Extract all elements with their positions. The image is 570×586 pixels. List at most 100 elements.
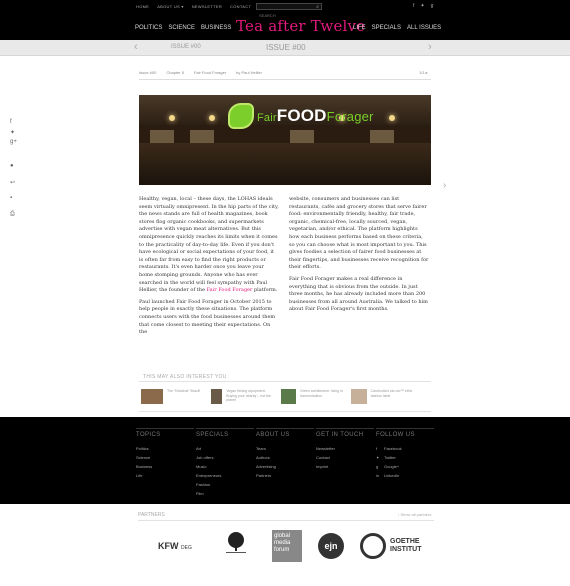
footer-specials: SPECIALS Art Job offers Music Entreprene… xyxy=(196,428,254,498)
related-thumbnail[interactable] xyxy=(141,389,163,404)
footer-link[interactable]: Newsletter xyxy=(316,444,374,453)
global-media-forum-logo[interactable]: global media forum xyxy=(272,530,302,562)
twitter-icon[interactable]: ✦ xyxy=(420,3,424,9)
site-logo[interactable]: Tea after Twelve xyxy=(236,17,365,35)
related-item[interactable]: Vegan fishing equipment: Buying your nea… xyxy=(211,389,275,404)
google-plus-icon: g xyxy=(376,464,379,469)
related-item[interactable]: Cambodia's slo-mo™ ethic fashion label xyxy=(351,389,415,404)
hero-image: FairFOODForager xyxy=(139,95,431,185)
footer-link[interactable]: Fashion xyxy=(196,480,254,489)
comment-icon[interactable]: ▪ xyxy=(10,195,17,205)
related-thumbnail[interactable] xyxy=(281,389,297,404)
goethe-institut-logo[interactable]: GOETHE INSTITUT xyxy=(390,538,422,554)
search-icon[interactable]: ⌕ xyxy=(316,4,319,10)
nav-politics[interactable]: POLITICS xyxy=(135,25,162,31)
related-item[interactable]: The "Kiwichat" Brazil! xyxy=(141,389,205,404)
footer-link[interactable]: Art xyxy=(196,444,254,453)
linkedin-icon: in xyxy=(376,473,380,478)
footer-get-in-touch: GET IN TOUCH Newsletter Contact Imprint xyxy=(316,428,374,471)
footer-link[interactable]: Business xyxy=(136,462,194,471)
facebook-icon[interactable]: f xyxy=(413,3,414,9)
breadcrumb-issue[interactable]: Issue #00 xyxy=(139,70,156,75)
footer-link[interactable]: Life xyxy=(136,471,194,480)
footer-about: ABOUT US Team Authors Advertising Partne… xyxy=(256,428,314,480)
issue-bar: ‹ ISSUE #00 ISSUE #00 › xyxy=(0,40,570,56)
prev-arrow-icon[interactable]: ‹ xyxy=(134,41,138,53)
article-column-2: website, consumers and businesses can li… xyxy=(289,196,429,318)
issue-title: ISSUE #00 xyxy=(266,43,306,52)
breadcrumb: Issue #00 Chapter 5 Fair Food Forager by… xyxy=(139,70,262,75)
top-nav-home[interactable]: HOME xyxy=(136,4,149,9)
engagement-global-logo[interactable] xyxy=(222,530,250,556)
top-social: f ✦ g xyxy=(413,3,433,9)
share-bar: f ✦ g+ ● ↩ ▪ ⎙ xyxy=(10,119,17,221)
goethe-institut-icon[interactable] xyxy=(360,533,386,559)
partners-heading: PARTNERS xyxy=(138,512,165,518)
footer-link[interactable]: f Facebook xyxy=(376,444,434,453)
main-nav-right: LIFE SPECIALS ALL ISSUES xyxy=(353,25,441,31)
ejn-logo[interactable]: ejn xyxy=(318,533,344,559)
google-plus-icon[interactable]: g xyxy=(431,3,434,9)
facebook-icon: f xyxy=(376,446,378,451)
breadcrumb-article[interactable]: Fair Food Forager xyxy=(194,70,226,75)
search-box: ⌕ xyxy=(256,3,322,18)
article-paragraph: Healthy, vegan, local – these days, the … xyxy=(139,196,279,294)
nav-science[interactable]: SCIENCE xyxy=(168,25,195,31)
google-plus-share-icon[interactable]: g+ xyxy=(10,139,17,149)
facebook-share-icon[interactable]: f xyxy=(10,119,17,129)
footer-link[interactable]: Politics xyxy=(136,444,194,453)
footer-link[interactable]: Advertising xyxy=(256,462,314,471)
footer-link[interactable]: Entrepreneurs xyxy=(196,471,254,480)
print-icon[interactable]: ⎙ xyxy=(10,211,17,221)
top-nav-about[interactable]: ABOUT US ▾ xyxy=(157,4,184,9)
related-thumbnail[interactable] xyxy=(211,389,223,404)
issue-label[interactable]: ISSUE #00 xyxy=(171,44,201,50)
nav-life[interactable]: LIFE xyxy=(353,25,366,31)
footer-link[interactable]: in LinkedIn xyxy=(376,471,434,480)
footer-link[interactable]: Science xyxy=(136,453,194,462)
footer-link[interactable]: Job offers xyxy=(196,453,254,462)
twitter-icon: ✦ xyxy=(376,455,380,460)
footer-topics: TOPICS Politics Science Business Life xyxy=(136,428,194,480)
page-count[interactable]: 1/1 ▸ xyxy=(419,70,428,75)
site-header: HOME ABOUT US ▾ NEWSLETTER CONTACT IMPRI… xyxy=(0,0,570,40)
related-item[interactable]: Green architecture: living in harmonizat… xyxy=(281,389,345,404)
footer-link[interactable]: Imprint xyxy=(316,462,374,471)
show-all-partners-link[interactable]: › Show all partners xyxy=(398,512,431,517)
divider xyxy=(139,79,431,80)
breadcrumb-chapter[interactable]: Chapter 5 xyxy=(166,70,184,75)
related-list: The "Kiwichat" Brazil! Vegan fishing equ… xyxy=(141,389,415,404)
leaf-logo-icon xyxy=(228,103,254,129)
divider xyxy=(139,381,431,382)
person-icon[interactable]: ● xyxy=(10,163,17,173)
next-article-arrow-icon[interactable]: › xyxy=(443,180,446,191)
article-paragraph: website, consumers and businesses can li… xyxy=(289,196,429,271)
fair-food-forager-link[interactable]: Fair Food Forager xyxy=(207,287,253,293)
footer-link[interactable]: Music xyxy=(196,462,254,471)
site-footer: TOPICS Politics Science Business Life SP… xyxy=(0,417,570,504)
footer-link[interactable]: Partners xyxy=(256,471,314,480)
top-nav-newsletter[interactable]: NEWSLETTER xyxy=(192,4,222,9)
footer-link[interactable]: Team xyxy=(256,444,314,453)
kfw-deg-logo[interactable]: KFW DEG xyxy=(158,541,192,551)
nav-business[interactable]: BUSINESS xyxy=(201,25,231,31)
reply-icon[interactable]: ↩ xyxy=(10,179,17,189)
article-paragraph: Fair Food Forager makes a real differenc… xyxy=(289,275,428,313)
footer-link[interactable]: Contact xyxy=(316,453,374,462)
next-arrow-icon[interactable]: › xyxy=(428,41,432,53)
related-thumbnail[interactable] xyxy=(351,389,367,404)
footer-link[interactable]: Film xyxy=(196,489,254,498)
footer-link[interactable]: ✦ Twitter xyxy=(376,453,434,462)
twitter-share-icon[interactable]: ✦ xyxy=(10,129,17,139)
breadcrumb-author[interactable]: by Paul Hellier xyxy=(236,70,262,75)
nav-all-issues[interactable]: ALL ISSUES xyxy=(407,25,441,31)
article-column-1: Healthy, vegan, local – these days, the … xyxy=(139,196,279,341)
footer-link[interactable]: Authors xyxy=(256,453,314,462)
article-paragraph: Paul launched Fair Food Forager in Octob… xyxy=(139,298,276,336)
hero-brand: FairFOODForager xyxy=(257,106,374,125)
footer-link[interactable]: g Google+ xyxy=(376,462,434,471)
top-nav-contact[interactable]: CONTACT xyxy=(230,4,251,9)
divider xyxy=(139,411,431,412)
footer-follow-us: FOLLOW US f Facebook ✦ Twitter g Google+ in… xyxy=(376,428,434,480)
nav-specials[interactable]: SPECIALS xyxy=(372,25,401,31)
